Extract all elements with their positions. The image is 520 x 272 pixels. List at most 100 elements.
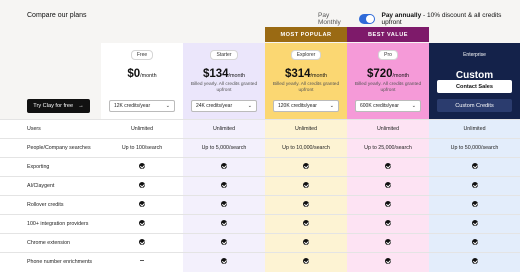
feature-cell [183, 182, 265, 191]
billing-note: Billed yearly. All credits granted upfro… [272, 82, 340, 94]
plan-name-badge: Enterprise [463, 52, 486, 58]
cta-zone: Try Clay for free → [0, 43, 101, 119]
checkmark-icon [385, 220, 391, 226]
plan-price: $0/month [101, 68, 183, 80]
most-popular-ribbon: MOST POPULAR [265, 27, 347, 42]
plan-price: $134/month [183, 68, 265, 80]
plan-name-badge: Explorer [290, 50, 322, 60]
credits-select-pro[interactable]: 600K credits/year ⌄ [355, 100, 421, 112]
plan-column-pro: Pro $720/month Billed yearly. All credit… [347, 43, 429, 119]
checkmark-icon [471, 163, 478, 169]
feature-cell [265, 239, 347, 248]
plan-column-enterprise: Enterprise Custom Contact Sales Custom C… [429, 43, 520, 119]
feature-label: Phone number enrichments [27, 259, 93, 265]
feature-cell [101, 201, 183, 210]
plan-price: $314/month [265, 68, 347, 80]
credits-select-starter[interactable]: 24K credits/year ⌄ [191, 100, 257, 112]
checkmark-icon [139, 163, 145, 169]
feature-comparison-table: Users Unlimited Unlimited Unlimited Unlimite… [0, 119, 520, 272]
feature-cell [183, 239, 265, 248]
feature-cell [429, 201, 520, 210]
table-row: Phone number enrichments [0, 252, 520, 271]
billing-toggle-switch[interactable] [358, 14, 376, 24]
chevron-down-icon: ⌄ [329, 103, 334, 109]
feature-cell-text: Up to 25,000/search [364, 145, 412, 151]
feature-cell [347, 220, 429, 229]
table-row: Exporting [0, 157, 520, 176]
feature-cell [265, 258, 347, 267]
feature-cell-text: Up to 50,000/search [450, 145, 499, 151]
pay-annually-bold: Pay annually [381, 12, 422, 19]
best-value-ribbon: BEST VALUE [347, 27, 429, 42]
plan-header-row: Try Clay for free → Free $0/month 12K cr… [0, 43, 520, 119]
billing-toggle-group: Pay Monthly Pay annually - 10% discount … [318, 12, 520, 26]
feature-cell-text: Unlimited [463, 126, 486, 132]
feature-cell [101, 163, 183, 172]
billing-note: Billed yearly. All credits granted upfro… [190, 82, 258, 94]
checkmark-icon [471, 239, 478, 245]
feature-cell-text: Unlimited [212, 126, 236, 132]
arrow-right-icon: → [78, 103, 84, 109]
table-row: People/Company searches Up to 100/search U… [0, 138, 520, 157]
table-row: Users Unlimited Unlimited Unlimited Unlimite… [0, 119, 520, 138]
feature-cell [347, 163, 429, 172]
chevron-down-icon: ⌄ [165, 103, 170, 109]
feature-cell [101, 220, 183, 229]
feature-cell [183, 258, 265, 267]
feature-cell [101, 239, 183, 248]
top-bar: Compare our plans Pay Monthly Pay annual… [0, 0, 520, 43]
checkmark-icon [385, 201, 391, 207]
credits-select-value: 12K credits/year [114, 103, 151, 109]
try-clay-label: Try Clay for free [33, 103, 74, 109]
contact-sales-button[interactable]: Contact Sales [437, 80, 512, 93]
feature-cell [429, 239, 520, 248]
feature-cell [429, 182, 520, 191]
table-row: Chrome extension [0, 233, 520, 252]
feature-label: 100+ integration providers [27, 221, 89, 227]
table-row: AI/Claygent [0, 176, 520, 195]
page-title: Compare our plans [27, 12, 87, 19]
checkmark-icon [385, 182, 391, 188]
chevron-down-icon: ⌄ [247, 103, 252, 109]
credits-select-explorer[interactable]: 120K credits/year ⌄ [273, 100, 339, 112]
plan-name-badge: Pro [378, 50, 398, 60]
price-value: $134 [202, 68, 229, 80]
feature-label: Rollover credits [27, 202, 64, 208]
checkmark-icon [385, 163, 391, 169]
checkmark-icon [303, 182, 309, 188]
pay-annually-label[interactable]: Pay annually - 10% discount & all credit… [381, 12, 520, 26]
feature-label: Users [27, 126, 41, 132]
credits-select-value: 120K credits/year [278, 103, 317, 109]
pay-monthly-label[interactable]: Pay Monthly [318, 12, 353, 26]
feature-cell [265, 182, 347, 191]
feature-cell [347, 201, 429, 210]
feature-cell-text: Unlimited [294, 126, 318, 132]
try-clay-free-button[interactable]: Try Clay for free → [27, 99, 90, 113]
feature-cell [183, 201, 265, 210]
feature-label: Exporting [27, 164, 50, 170]
checkmark-icon [471, 201, 478, 207]
checkmark-icon [471, 182, 478, 188]
feature-cell [347, 258, 429, 267]
credits-select-free[interactable]: 12K credits/year ⌄ [109, 100, 175, 112]
checkmark-icon [303, 163, 309, 169]
checkmark-icon [303, 239, 309, 245]
price-value: $314 [284, 68, 311, 80]
feature-cell [429, 258, 520, 267]
checkmark-icon [221, 239, 227, 245]
plan-column-starter: Starter $134/month Billed yearly. All cr… [183, 43, 265, 119]
checkmark-icon [221, 182, 227, 188]
feature-cell [183, 220, 265, 229]
checkmark-icon [139, 201, 145, 207]
table-row: Rollover credits [0, 195, 520, 214]
price-value: $720 [366, 68, 393, 80]
price-period: /month [140, 73, 157, 79]
feature-cell [429, 163, 520, 172]
feature-label: Chrome extension [27, 240, 70, 246]
checkmark-icon [139, 182, 145, 188]
feature-cell [101, 182, 183, 191]
feature-cell-text: Unlimited [376, 126, 400, 132]
feature-cell-text: Up to 100/search [121, 145, 163, 151]
feature-cell [101, 259, 183, 265]
custom-credits-button[interactable]: Custom Credits [437, 99, 512, 112]
